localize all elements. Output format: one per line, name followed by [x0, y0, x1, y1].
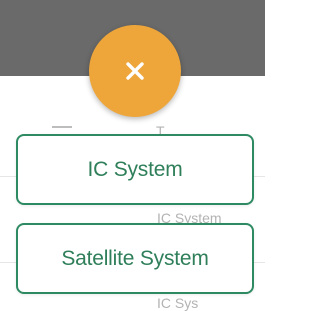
close-fab-button[interactable] [89, 25, 181, 117]
background-collapse-dash [52, 126, 72, 128]
close-icon [126, 62, 144, 80]
ic-system-button-label: IC System [87, 157, 183, 181]
satellite-system-button-label: Satellite System [61, 246, 209, 270]
satellite-system-button[interactable]: Satellite System [16, 223, 254, 294]
background-row-label: IC Sys [157, 295, 199, 311]
ic-system-button[interactable]: IC System [16, 134, 254, 205]
